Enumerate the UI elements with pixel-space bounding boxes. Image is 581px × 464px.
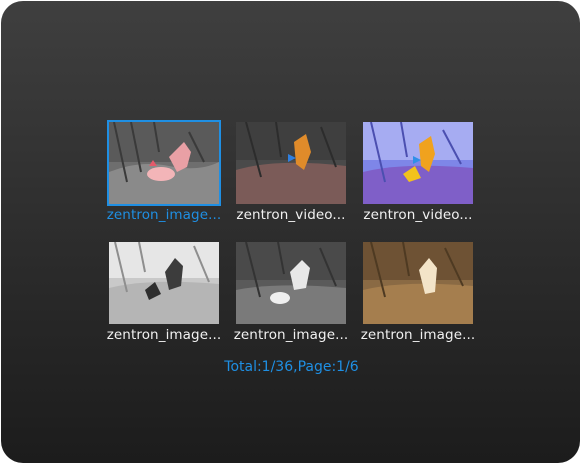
thumbnail-image[interactable] — [363, 242, 473, 324]
file-name-label: zentron_image... — [106, 207, 222, 223]
thumbnail-image[interactable] — [236, 122, 346, 204]
thumbnail-grid: zentron_image... zentron_video... zentro… — [107, 120, 475, 352]
file-name-label: zentron_video... — [363, 207, 473, 223]
gallery-item[interactable]: zentron_image... — [361, 242, 475, 352]
gallery-item[interactable]: zentron_image... — [107, 242, 221, 352]
gallery-item[interactable]: zentron_video... — [363, 122, 473, 232]
gallery-item[interactable]: zentron_video... — [236, 122, 346, 232]
thumbnail-image[interactable] — [109, 242, 219, 324]
file-browser-panel: zentron_image... zentron_video... zentro… — [1, 1, 580, 463]
file-name-label: zentron_image... — [233, 327, 349, 343]
thumbnail-image[interactable] — [107, 120, 221, 206]
pagination-status: Total:1/36,Page:1/6 — [224, 359, 359, 375]
file-name-label: zentron_image... — [360, 327, 476, 343]
thumbnail-image[interactable] — [363, 122, 473, 204]
gallery-item[interactable]: zentron_image... — [107, 120, 221, 232]
file-name-label: zentron_image... — [106, 327, 222, 343]
file-name-label: zentron_video... — [236, 207, 346, 223]
thumbnail-image[interactable] — [236, 242, 346, 324]
gallery-item[interactable]: zentron_image... — [234, 242, 348, 352]
